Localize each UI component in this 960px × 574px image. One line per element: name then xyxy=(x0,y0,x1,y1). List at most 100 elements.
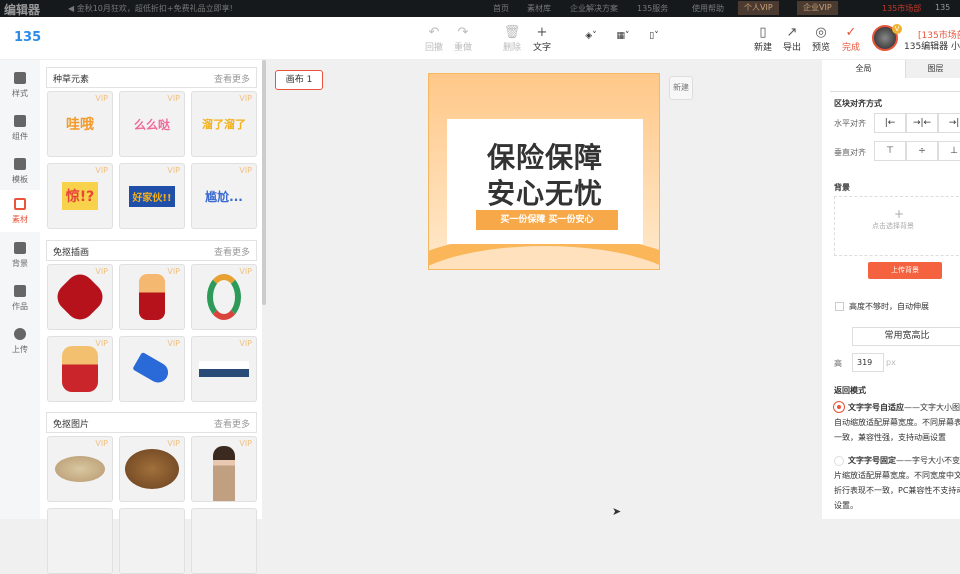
illustration-tile[interactable]: VIP xyxy=(191,336,257,402)
rail-works[interactable]: 作品 xyxy=(0,277,40,319)
auto-extend-checkbox[interactable] xyxy=(835,302,844,311)
promo-banner[interactable]: ◀ 金秋10月狂欢，超低折扣+免费礼品立即享! xyxy=(68,3,233,14)
page-dropdown[interactable]: ▯˅ xyxy=(643,31,665,41)
redo-icon: ↷ xyxy=(457,25,469,40)
view-more-link[interactable]: 查看更多 xyxy=(214,72,250,85)
user-link-2[interactable]: 135 xyxy=(935,3,950,12)
canvas-title-2[interactable]: 安心无忧 xyxy=(429,172,659,212)
rail-upload[interactable]: 上传 xyxy=(0,320,40,362)
mode-title: 返回模式 xyxy=(834,386,866,395)
grid-icon: ▦˅ xyxy=(616,31,630,41)
enterprise-vip-button[interactable]: 企业VIP xyxy=(797,1,838,15)
export-button[interactable]: ↗ 导出 xyxy=(780,25,804,53)
material-tile[interactable]: VIP 好家伙!! xyxy=(119,163,185,229)
choose-background-area[interactable]: + 点击选择背景 xyxy=(834,196,960,256)
plus-icon: + xyxy=(893,207,905,221)
view-more-link[interactable]: 查看更多 xyxy=(214,245,250,258)
delete-button[interactable]: 🗑 删除 xyxy=(500,25,524,53)
new-canvas-button[interactable]: 新建 xyxy=(669,76,693,100)
redo-button[interactable]: ↷ 重做 xyxy=(451,25,475,53)
upload-background-button[interactable]: 上传背景 xyxy=(868,262,942,279)
top-nav-bar: 编辑器 ◀ 金秋10月狂欢，超低折扣+免费礼品立即享! 首页 素材库 企业解决方… xyxy=(0,0,960,17)
tab-global[interactable]: 全局 xyxy=(822,60,905,78)
aspect-ratio-button[interactable]: 常用宽高比 xyxy=(852,327,960,346)
tab-layers[interactable]: 图层 xyxy=(905,60,960,78)
check-icon: ✓ xyxy=(845,25,857,40)
photo-tile[interactable] xyxy=(191,508,257,574)
nav-solutions[interactable]: 企业解决方案 xyxy=(570,3,618,14)
rail-style[interactable]: 样式 xyxy=(0,64,40,106)
nav-help[interactable]: 使用帮助 xyxy=(692,3,724,14)
grid-dropdown[interactable]: ▦˅ xyxy=(612,31,634,41)
personal-vip-button[interactable]: 个人VIP xyxy=(738,1,779,15)
red-cloud-image xyxy=(51,268,109,326)
view-more-link[interactable]: 查看更多 xyxy=(214,417,250,430)
woman-image xyxy=(213,446,235,501)
material-library: 种草元素 查看更多 VIP 哇哦 VIP 么么哒 VIP 溜了溜了 VIP 惊!? VIP… xyxy=(40,60,262,574)
new-button[interactable]: ▯ 新建 xyxy=(751,25,775,53)
left-rail: 样式 组件 模板 素材 背景 作品 上传 xyxy=(0,60,40,519)
nav-services[interactable]: 135服务 xyxy=(637,3,668,14)
divider xyxy=(830,91,960,92)
app-logo[interactable]: 135 xyxy=(14,30,41,45)
cube-icon xyxy=(14,72,26,84)
illustration-tile[interactable]: VIP xyxy=(191,264,257,330)
photo-tile[interactable]: VIP xyxy=(47,436,113,502)
material-tile[interactable]: VIP 溜了溜了 xyxy=(191,91,257,157)
account-sub: 135编辑器 小 xyxy=(904,42,960,52)
megaphone-image xyxy=(132,351,172,387)
align-center-button[interactable]: →|← xyxy=(906,113,938,133)
preview-button[interactable]: ◎ 预览 xyxy=(809,25,833,53)
align-middle-button[interactable]: ÷ xyxy=(906,141,938,161)
material-tile[interactable]: VIP 尴尬... xyxy=(191,163,257,229)
settings-panel: 全局 图层 区块对齐方式 水平对齐 |← →|← →| 垂直对齐 ⊤ ÷ ⊥ 背… xyxy=(822,60,960,519)
add-text-button[interactable]: + 文字 xyxy=(530,25,554,53)
rail-materials[interactable]: 素材 xyxy=(0,190,40,232)
illustration-tile[interactable]: VIP xyxy=(47,336,113,402)
canvas-tab[interactable]: 画布 1 xyxy=(275,70,323,90)
undo-button[interactable]: ↶ 回撤 xyxy=(422,25,446,53)
material-tile[interactable]: VIP 惊!? xyxy=(47,163,113,229)
material-icon xyxy=(14,198,26,210)
mode-fixed-text: 文字字号固定——字号大小不变图片缩放适配屏幕宽度。不同宽度中文本折行表现不一致，… xyxy=(834,456,960,510)
layers-dropdown[interactable]: ◈˅ xyxy=(580,31,602,41)
material-tile[interactable]: VIP 哇哦 xyxy=(47,91,113,157)
mode-adaptive-text: 文字字号自适应——文字大小图片自动缩放适配屏幕宽度。不同屏幕表现一致，兼容性强，… xyxy=(834,403,960,442)
user-link[interactable]: 135市场部 xyxy=(882,3,921,14)
design-canvas[interactable]: 保险保障 安心无忧 买一份保障 买一份安心 xyxy=(428,73,660,270)
rail-background[interactable]: 背景 xyxy=(0,234,40,276)
background-icon xyxy=(14,242,26,254)
v-align-label: 垂直对齐 xyxy=(834,148,866,157)
section-header: 免抠图片 查看更多 xyxy=(46,412,257,433)
photo-tile[interactable] xyxy=(119,508,185,574)
align-right-button[interactable]: →| xyxy=(938,113,960,133)
fortune-god-image xyxy=(62,346,98,392)
nav-materials[interactable]: 素材库 xyxy=(527,3,551,14)
align-bottom-button[interactable]: ⊥ xyxy=(938,141,960,161)
canvas-title-1[interactable]: 保险保障 xyxy=(429,136,659,176)
auto-extend-label: 高度不够时，自动伸展 xyxy=(849,302,929,311)
align-left-button[interactable]: |← xyxy=(874,113,906,133)
library-scrollbar[interactable] xyxy=(262,60,266,305)
nav-home[interactable]: 首页 xyxy=(493,3,509,14)
done-button[interactable]: ✓ 完成 xyxy=(839,25,863,53)
file-icon: ▯ xyxy=(759,25,767,40)
illustration-tile[interactable]: VIP xyxy=(119,264,185,330)
illustration-tile[interactable]: VIP xyxy=(47,264,113,330)
photo-tile[interactable]: VIP xyxy=(191,436,257,502)
eye-icon: ◎ xyxy=(815,25,827,40)
undo-icon: ↶ xyxy=(428,25,440,40)
background-title: 背景 xyxy=(834,183,850,192)
photo-tile[interactable] xyxy=(47,508,113,574)
align-top-button[interactable]: ⊤ xyxy=(874,141,906,161)
rail-templates[interactable]: 模板 xyxy=(0,150,40,192)
illustration-tile[interactable]: VIP xyxy=(119,336,185,402)
height-input[interactable]: 319 xyxy=(852,353,884,372)
photo-tile[interactable]: VIP xyxy=(119,436,185,502)
align-title: 区块对齐方式 xyxy=(834,99,882,108)
rail-components[interactable]: 组件 xyxy=(0,107,40,149)
material-tile[interactable]: VIP 么么哒 xyxy=(119,91,185,157)
site-logo[interactable]: 编辑器 xyxy=(4,1,40,18)
editor-toolbar: 135 ↶ 回撤 ↷ 重做 🗑 删除 + 文字 ◈˅ ▦˅ ▯˅ ▯ 新建 ↗ 导出 ◎ 预览… xyxy=(0,17,960,60)
canvas-slogan[interactable]: 买一份保障 买一份安心 xyxy=(476,210,618,230)
